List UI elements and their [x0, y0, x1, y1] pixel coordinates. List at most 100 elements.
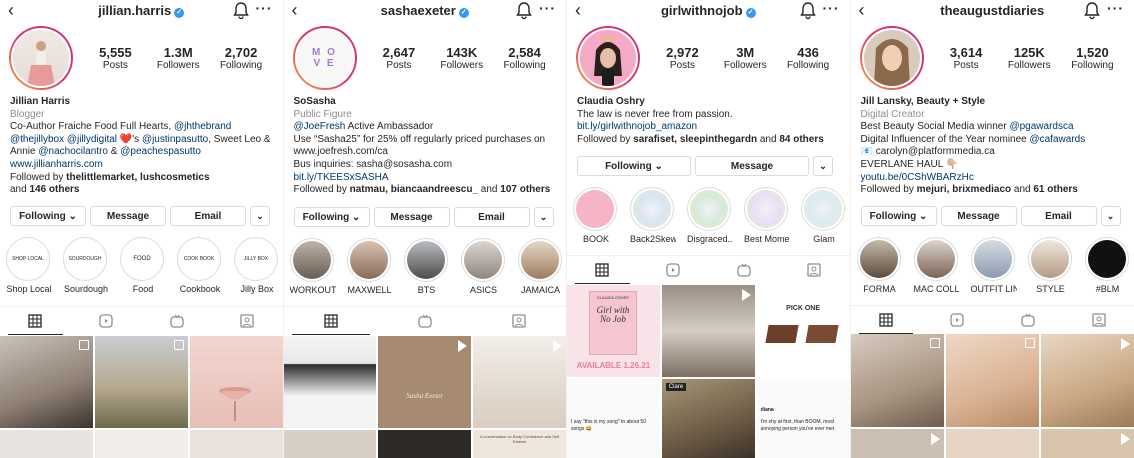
highlight-item[interactable]: FORMA: [856, 237, 903, 294]
posts-count[interactable]: 2,647 Posts: [368, 45, 431, 72]
followers-count[interactable]: 1.3M Followers: [147, 45, 210, 72]
tab-tagged[interactable]: [779, 256, 850, 284]
post-thumbnail[interactable]: [850, 334, 944, 427]
mention-link[interactable]: @thejillybox: [10, 134, 64, 145]
posts-count[interactable]: 2,972 Posts: [651, 45, 714, 72]
mention-link[interactable]: @peachespasutto: [120, 146, 201, 157]
more-options-icon[interactable]: ···: [823, 0, 840, 16]
post-thumbnail[interactable]: [283, 430, 377, 458]
post-thumbnail[interactable]: [473, 336, 566, 428]
more-options-icon[interactable]: ···: [256, 0, 273, 16]
highlight-item[interactable]: JILLY BOX Jilly Box: [234, 237, 280, 294]
mention-link[interactable]: @JoeFresh: [294, 121, 346, 132]
tab-reels[interactable]: [921, 306, 992, 334]
followed-by[interactable]: Followed by mejuri, brixmediaco and 61 o…: [861, 184, 1129, 197]
website-link[interactable]: www.jillianharris.com: [10, 159, 277, 172]
tab-grid[interactable]: [284, 307, 378, 335]
suggested-dropdown-button[interactable]: ⌄: [533, 207, 554, 227]
tab-igtv[interactable]: [378, 307, 472, 335]
email-button[interactable]: Email: [453, 207, 530, 227]
following-count[interactable]: 1,520 Following: [1061, 45, 1124, 72]
mention-link[interactable]: @nachocilantro: [38, 146, 108, 157]
post-thumbnail[interactable]: [189, 430, 283, 458]
post-thumbnail[interactable]: diana I'm shy at first, than BOOM, most …: [756, 379, 850, 458]
highlight-item[interactable]: ASICS: [460, 238, 507, 295]
message-button[interactable]: Message: [695, 156, 809, 176]
tab-grid[interactable]: [851, 306, 922, 334]
highlight-item[interactable]: JAMAICA: [517, 238, 564, 295]
profile-avatar[interactable]: [859, 26, 924, 90]
post-thumbnail[interactable]: A conversation on Body Confidence and Se…: [473, 430, 566, 458]
bell-icon[interactable]: [516, 2, 532, 20]
tab-grid[interactable]: [567, 256, 638, 284]
followed-by[interactable]: Followed by natmau, biancaandreescu_ and…: [294, 184, 561, 197]
website-link[interactable]: youtu.be/0CShWBARzHc: [861, 172, 1129, 185]
email-button[interactable]: Email: [1020, 206, 1097, 226]
post-thumbnail[interactable]: CLAUDIA OSHRY Girl with No Job AVAILABLE…: [567, 285, 660, 377]
profile-avatar[interactable]: M O V E: [292, 26, 357, 90]
bell-icon[interactable]: [799, 2, 816, 20]
post-thumbnail[interactable]: [850, 429, 944, 458]
post-thumbnail[interactable]: [1040, 429, 1134, 458]
tab-igtv[interactable]: [992, 306, 1063, 334]
post-thumbnail[interactable]: [945, 334, 1039, 427]
highlight-item[interactable]: Disgraced...: [687, 187, 733, 244]
post-thumbnail[interactable]: [94, 430, 188, 458]
message-button[interactable]: Message: [373, 207, 450, 227]
post-thumbnail[interactable]: Sasha Exeter: [378, 336, 472, 428]
highlight-item[interactable]: FOOD Food: [120, 237, 166, 294]
highlight-item[interactable]: Glam: [801, 187, 847, 244]
website-link[interactable]: bit.ly/girlwithnojob_amazon: [577, 121, 844, 134]
mention-link[interactable]: @pgawardsca: [1009, 121, 1073, 132]
suggested-dropdown-button[interactable]: ⌄: [1100, 206, 1121, 226]
more-options-icon[interactable]: ···: [1107, 0, 1124, 16]
mention-link[interactable]: @jillydigital: [67, 134, 117, 145]
post-thumbnail[interactable]: [378, 430, 472, 458]
profile-avatar[interactable]: [9, 26, 73, 90]
tab-igtv[interactable]: [708, 256, 779, 284]
highlight-item[interactable]: #BLM: [1084, 237, 1131, 294]
highlight-item[interactable]: BOOK: [573, 187, 619, 244]
post-thumbnail[interactable]: I say "this is my song" to about 50 song…: [567, 379, 660, 458]
following-count[interactable]: 436 Following: [777, 45, 840, 72]
highlight-item[interactable]: SHOP LOCAL Shop Local: [6, 237, 52, 294]
bell-icon[interactable]: [232, 2, 249, 20]
highlight-item[interactable]: BTS: [403, 238, 450, 295]
post-thumbnail[interactable]: [94, 336, 188, 428]
following-button[interactable]: Following ⌄: [577, 156, 691, 176]
followed-by[interactable]: Followed by thelittlemarket, lushcosmeti…: [10, 172, 277, 185]
website-link[interactable]: bit.ly/TKEESxSASHA: [294, 172, 561, 185]
post-thumbnail[interactable]: PICK ONE: [756, 285, 850, 377]
message-button[interactable]: Message: [90, 206, 166, 226]
tab-tagged[interactable]: [212, 307, 283, 335]
tab-reels[interactable]: [638, 256, 709, 284]
followers-count[interactable]: 125K Followers: [998, 45, 1061, 72]
following-button[interactable]: Following ⌄: [10, 206, 86, 226]
tab-tagged[interactable]: [472, 307, 566, 335]
more-options-icon[interactable]: ···: [539, 0, 556, 16]
highlight-item[interactable]: SOURDOUGH Sourdough: [63, 237, 109, 294]
tab-grid[interactable]: [0, 307, 71, 335]
followers-count[interactable]: 3M Followers: [714, 45, 777, 72]
post-thumbnail[interactable]: [283, 336, 377, 428]
posts-count[interactable]: 3,614 Posts: [935, 45, 998, 72]
post-thumbnail[interactable]: [1040, 334, 1134, 427]
highlight-item[interactable]: STYLE: [1027, 237, 1074, 294]
following-button[interactable]: Following ⌄: [293, 207, 370, 227]
bell-icon[interactable]: [1084, 2, 1100, 20]
following-button[interactable]: Following ⌄: [860, 206, 937, 226]
tab-reels[interactable]: [71, 307, 142, 335]
highlight-item[interactable]: WORKOUTS: [289, 238, 336, 295]
highlight-item[interactable]: Best Mome...: [744, 187, 790, 244]
highlight-item[interactable]: Back2Skewl: [630, 187, 676, 244]
followed-by[interactable]: Followed by sarafiset, sleepinthegardn a…: [577, 134, 844, 147]
posts-count[interactable]: 5,555 Posts: [84, 45, 147, 72]
highlight-item[interactable]: OUTFIT LIN...: [970, 237, 1017, 294]
followers-count[interactable]: 143K Followers: [430, 45, 493, 72]
highlight-item[interactable]: MAXWELL: [346, 238, 393, 295]
message-button[interactable]: Message: [940, 206, 1017, 226]
highlight-item[interactable]: MAC COLL...: [913, 237, 960, 294]
post-thumbnail[interactable]: [189, 336, 283, 428]
suggested-dropdown-button[interactable]: ⌄: [813, 156, 833, 176]
suggested-dropdown-button[interactable]: ⌄: [250, 206, 270, 226]
